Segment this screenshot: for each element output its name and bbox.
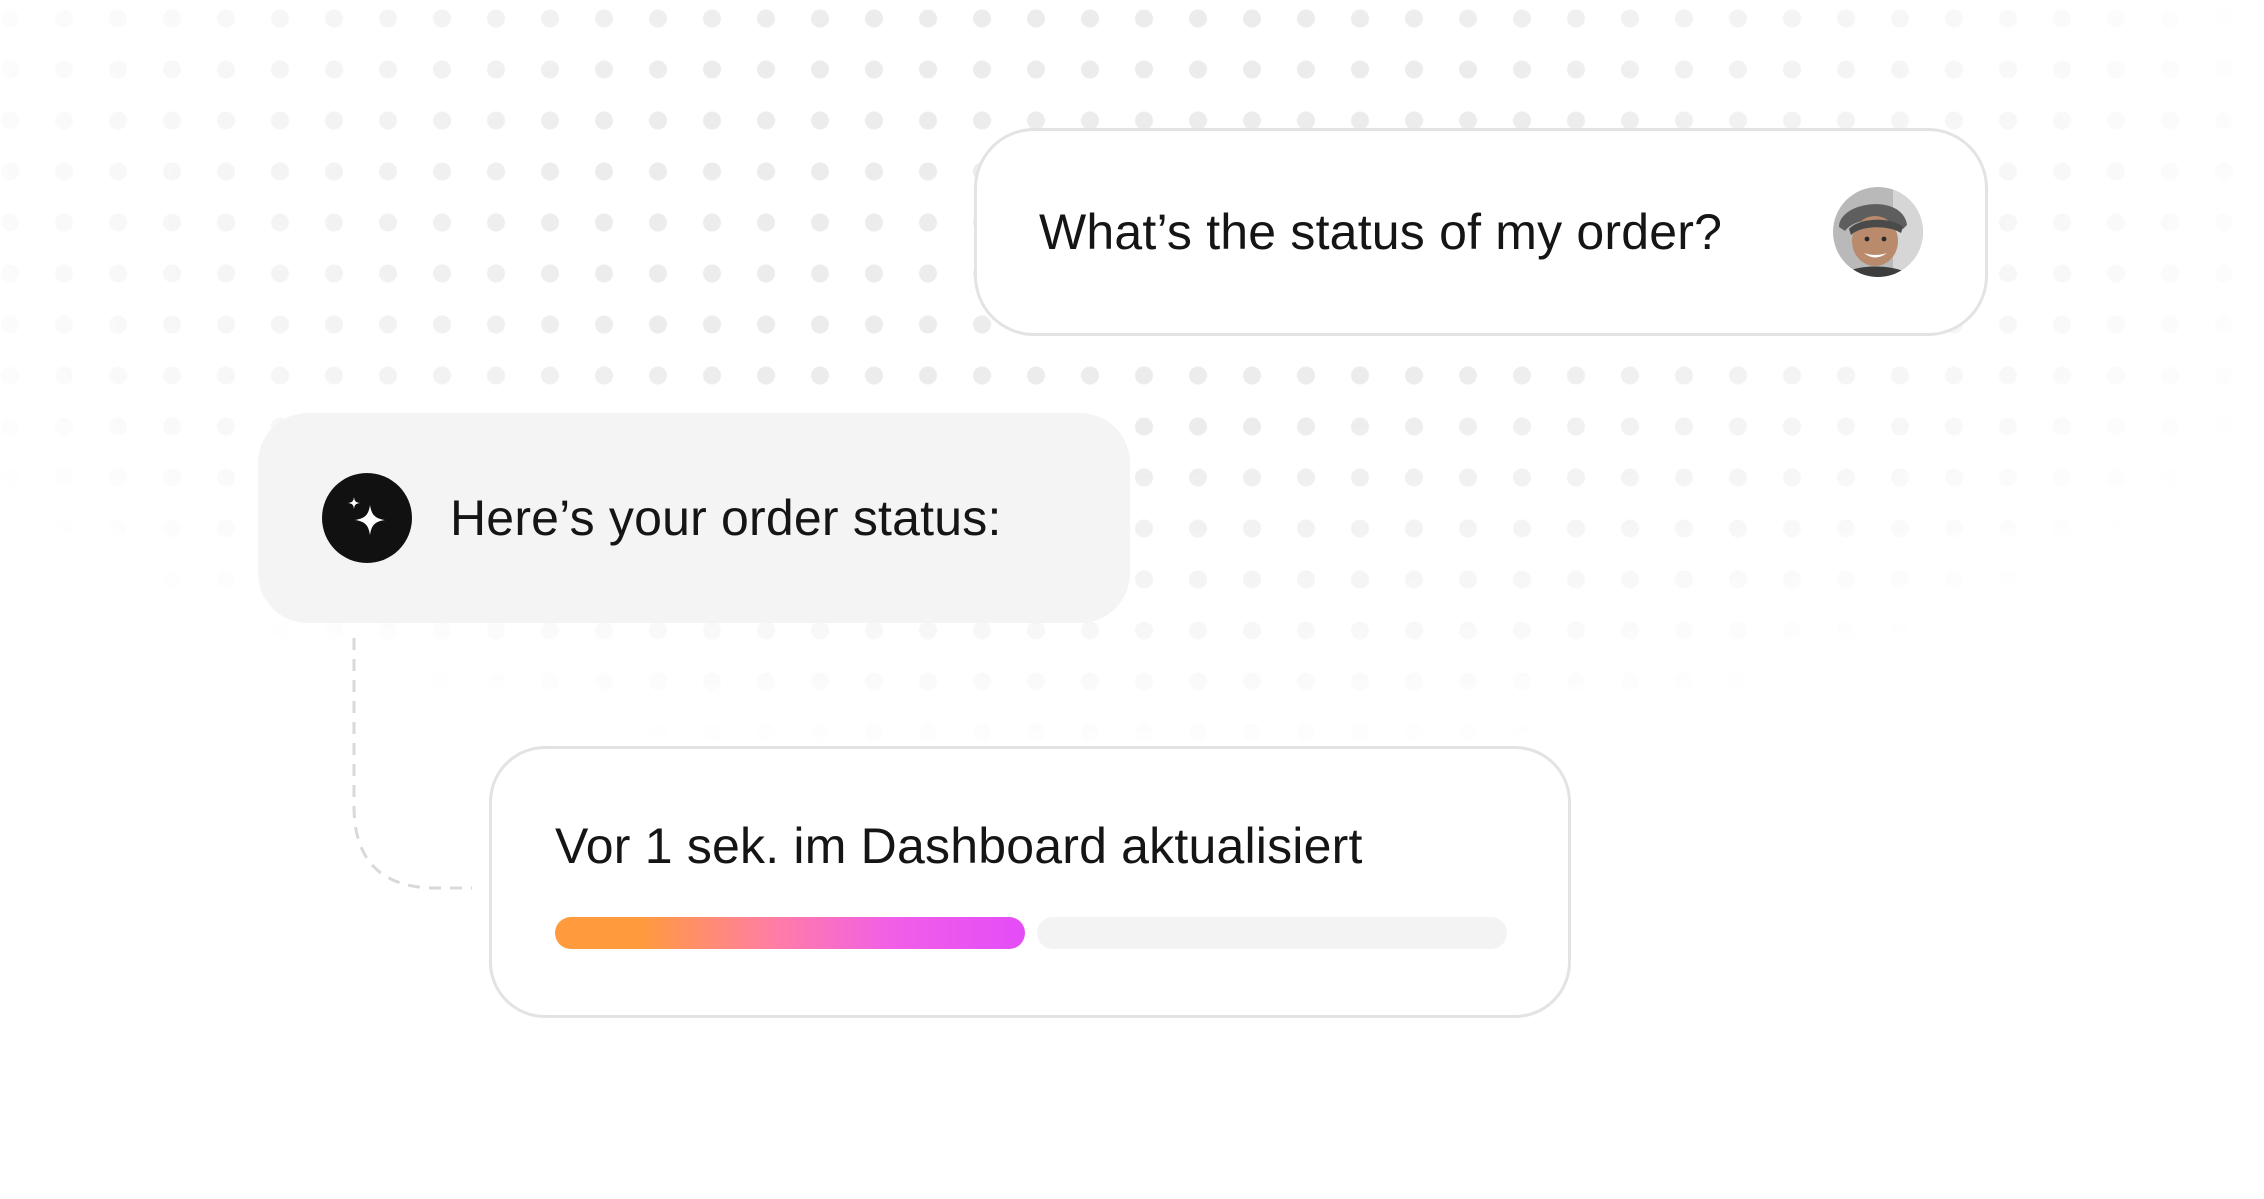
user-message-text: What’s the status of my order? [1039, 204, 1723, 260]
sparkle-icon [322, 473, 412, 563]
order-status-card: Vor 1 sek. im Dashboard aktualisiert [489, 746, 1571, 1018]
assistant-message-text: Here’s your order status: [450, 490, 1002, 546]
user-message-bubble: What’s the status of my order? [974, 128, 1988, 336]
order-progress-bar [555, 917, 1507, 949]
user-avatar [1833, 187, 1923, 277]
progress-bar-track [1037, 917, 1507, 949]
assistant-message-bubble: Here’s your order status: [258, 413, 1130, 623]
progress-bar-fill [555, 917, 1025, 949]
status-updated-text: Vor 1 sek. im Dashboard aktualisiert [555, 818, 1363, 874]
dashed-connector-line [352, 638, 472, 890]
chat-canvas: What’s the status of my order? Here’s yo… [0, 0, 2264, 1199]
